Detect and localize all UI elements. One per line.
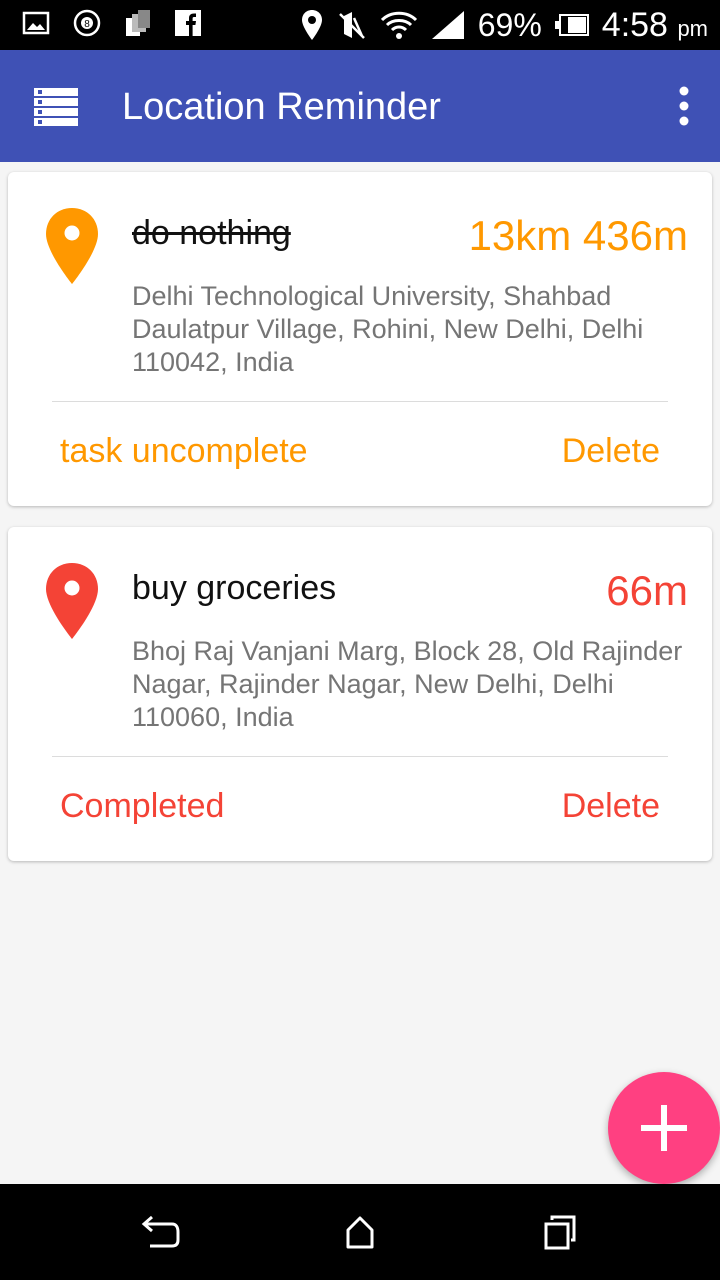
clock-suffix: pm <box>677 15 708 41</box>
reminder-title: buy groceries <box>132 569 337 607</box>
app-bar: Location Reminder <box>0 50 720 162</box>
back-icon[interactable] <box>140 1214 180 1250</box>
list-menu-icon[interactable] <box>34 88 78 126</box>
add-icon <box>641 1105 687 1151</box>
wifi-icon <box>380 11 417 39</box>
delete-button[interactable]: Delete <box>562 787 660 826</box>
app-title: Location Reminder <box>122 86 441 128</box>
recents-icon[interactable] <box>540 1214 580 1250</box>
image-icon <box>22 11 50 35</box>
reminder-distance: 66m <box>606 567 688 614</box>
clock: 4:58 pm <box>602 6 708 45</box>
completed-button[interactable]: Completed <box>60 787 224 826</box>
map-pin-icon <box>46 208 98 284</box>
reminder-card[interactable]: buy groceries 66m Bhoj Raj Vanjani Marg,… <box>8 527 712 861</box>
nav-bar <box>0 1184 720 1280</box>
battery-percent: 69% <box>477 6 542 43</box>
battery-icon <box>554 14 589 36</box>
map-pin-icon <box>46 563 98 639</box>
mute-icon <box>338 12 365 39</box>
reminder-card[interactable]: do nothing 13km 436m Delhi Technological… <box>8 172 712 506</box>
reminder-address: Bhoj Raj Vanjani Marg, Block 28, Old Raj… <box>132 636 683 732</box>
svg-text:8: 8 <box>84 19 90 30</box>
signal-icon <box>431 11 464 39</box>
facebook-icon <box>175 10 201 36</box>
eight-ball-icon: 8 <box>73 9 101 37</box>
divider <box>52 756 668 757</box>
divider <box>52 401 668 402</box>
stack-icon <box>126 10 150 36</box>
more-vert-icon[interactable] <box>678 86 690 126</box>
clock-time: 4:58 <box>601 5 668 44</box>
delete-button[interactable]: Delete <box>562 432 660 471</box>
reminder-distance: 13km 436m <box>468 212 688 259</box>
location-icon <box>301 10 322 40</box>
task-uncomplete-button[interactable]: task uncomplete <box>60 432 308 471</box>
add-reminder-button[interactable] <box>608 1072 720 1184</box>
reminder-address: Delhi Technological University, Shahbad … <box>132 281 644 377</box>
reminder-title: do nothing <box>132 214 291 252</box>
status-bar: 8 69% 4:58 pm <box>0 0 720 50</box>
home-icon[interactable] <box>340 1214 380 1250</box>
